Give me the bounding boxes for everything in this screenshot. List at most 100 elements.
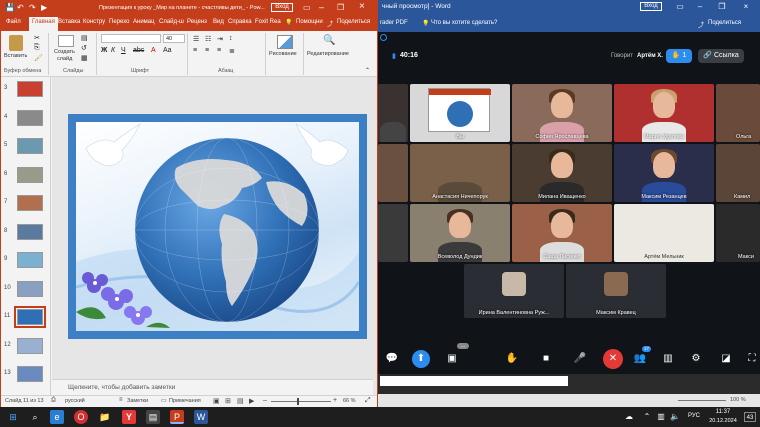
font-name-select[interactable]	[101, 34, 161, 43]
tab-view[interactable]: Вид	[213, 19, 224, 25]
zoom-slider-thumb[interactable]	[297, 398, 299, 405]
participant-tile[interactable]: Саша Лисенко	[512, 204, 612, 262]
editing-button[interactable]: Редактирование	[307, 51, 349, 57]
minimize-icon[interactable]: –	[694, 2, 706, 12]
clear-format-icon[interactable]: Aa	[163, 47, 172, 54]
slide-thumbnail[interactable]	[17, 109, 43, 126]
comments-toggle[interactable]: Примечания	[169, 398, 201, 404]
ppt-signin-button[interactable]: Вход	[271, 3, 293, 12]
align-center-icon[interactable]: ≡	[205, 47, 209, 54]
participant-tile[interactable]: Ольга	[716, 84, 760, 142]
slide-thumbnail[interactable]	[17, 223, 43, 240]
sorter-view-icon[interactable]: ⊞	[225, 397, 231, 405]
zoom-out-icon[interactable]: –	[263, 397, 267, 404]
align-left-icon[interactable]: ≡	[193, 47, 197, 54]
restore-icon[interactable]: ❐	[716, 2, 728, 12]
slide-thumbnail[interactable]	[17, 366, 43, 382]
ribbon-display-icon[interactable]: ▭	[674, 2, 686, 12]
tab-review[interactable]: Реценз	[187, 19, 207, 25]
participant-tile[interactable]: Артём Мельник	[614, 204, 714, 262]
tab-foxit[interactable]: Foxit Rea	[255, 19, 281, 25]
italic-icon[interactable]: К	[111, 47, 115, 54]
powerpoint-taskbar-icon[interactable]: P	[170, 410, 184, 424]
layout-icon[interactable]: ▤	[81, 34, 88, 42]
slide-thumbnail[interactable]	[17, 138, 43, 154]
format-painter-icon[interactable]: 🖌	[34, 54, 43, 62]
word-zoom-slider[interactable]	[678, 400, 726, 401]
slide-thumbnail[interactable]	[14, 306, 46, 328]
slide-thumbnail[interactable]	[17, 195, 43, 211]
slideshow-view-icon[interactable]: ▶	[249, 397, 254, 405]
bold-icon[interactable]: Ж	[101, 47, 107, 54]
ppt-restore-icon[interactable]: ❐	[337, 3, 344, 12]
participant-tile[interactable]: Камил	[716, 144, 760, 202]
slide-thumbnail[interactable]	[17, 81, 43, 97]
copy-link-button[interactable]: 🔗 Ссылка	[698, 49, 744, 63]
paste-button[interactable]: Вставить	[4, 53, 27, 59]
participant-tile[interactable]: Макси	[716, 204, 760, 262]
word-share-button[interactable]: Поделиться	[708, 20, 741, 26]
end-call-button[interactable]: ✕	[603, 349, 623, 369]
ppt-close-icon[interactable]: ×	[359, 1, 365, 12]
windows-start-icon[interactable]: ⊞	[6, 410, 20, 424]
tab-transitions[interactable]: Перехо	[109, 19, 129, 25]
cut-icon[interactable]: ✂	[34, 34, 40, 42]
tab-home[interactable]: Главная	[29, 17, 58, 31]
slide-thumbnails-pane[interactable]: 3 4 5 6 7 8 9 10 11 12 13	[1, 77, 51, 395]
slide-thumbnail[interactable]	[17, 337, 43, 354]
keyboard-language[interactable]: РУС	[688, 413, 700, 419]
reset-icon[interactable]: ↺	[81, 44, 87, 52]
participant-tile[interactable]: Анастасия Ничепорук	[410, 144, 510, 202]
participant-tile[interactable]	[378, 144, 408, 202]
save-icon[interactable]: 💾	[5, 3, 15, 12]
ppt-minimize-icon[interactable]: –	[319, 2, 324, 12]
screen-share-button[interactable]: ⬆	[412, 350, 430, 368]
zoom-in-icon[interactable]: +	[333, 397, 337, 404]
onedrive-icon[interactable]: ☁	[622, 410, 636, 424]
word-taskbar-icon[interactable]: W	[194, 410, 208, 424]
undo-icon[interactable]: ↶	[17, 3, 24, 12]
participant-tile[interactable]: Максим Кравец	[566, 264, 666, 318]
participant-tile-self[interactable]: Вы	[410, 84, 510, 142]
app-icon[interactable]: ▤	[146, 410, 160, 424]
drawing-button[interactable]: Рисование	[269, 51, 297, 57]
settings-icon[interactable]: ⚙	[688, 352, 704, 366]
network-icon[interactable]: ▥	[654, 410, 668, 424]
zoom-level[interactable]: 66 %	[343, 398, 356, 404]
slide-thumbnail[interactable]	[17, 280, 43, 297]
file-explorer-icon[interactable]: 📁	[98, 410, 112, 424]
minimize-window-icon[interactable]: ◪	[718, 352, 734, 366]
reading-view-icon[interactable]: ▤	[237, 397, 244, 405]
edge-icon[interactable]: e	[50, 410, 64, 424]
notes-pane[interactable]: Щелкните, чтобы добавить заметки	[52, 379, 373, 395]
system-tray-chevron-icon[interactable]: ⌃	[640, 410, 654, 424]
layout-icon[interactable]: ▥	[660, 352, 676, 366]
clock-time[interactable]: 11:37	[711, 409, 735, 415]
underline-icon[interactable]: Ч	[121, 47, 126, 54]
slide-thumbnail[interactable]	[17, 252, 43, 268]
participant-tile[interactable]	[378, 84, 408, 142]
tab-slideshow[interactable]: Слайд-ш	[159, 19, 184, 25]
participant-tile[interactable]: Мария Удалова	[614, 84, 714, 142]
redo-icon[interactable]: ↷	[29, 3, 36, 12]
numbering-icon[interactable]: ☷	[205, 35, 211, 43]
microphone-icon[interactable]: 🎤	[572, 352, 588, 366]
word-tell-me[interactable]: Что вы хотите сделать?	[431, 20, 497, 26]
copy-icon[interactable]: ⎘	[34, 44, 40, 52]
fullscreen-icon[interactable]: ⛶	[744, 352, 760, 366]
tab-help[interactable]: Справка	[228, 19, 252, 25]
tab-animations[interactable]: Анимац	[133, 19, 155, 25]
font-color-icon[interactable]: A	[151, 47, 156, 54]
participant-tile[interactable]: Милана Иващенко	[512, 144, 612, 202]
tab-insert[interactable]: Вставка	[58, 19, 80, 25]
notes-toggle[interactable]: Заметки	[127, 398, 148, 404]
clock-date[interactable]: 20.12.2024	[704, 418, 742, 424]
fit-slide-icon[interactable]: ⤢	[365, 397, 371, 405]
new-slide-button-line2[interactable]: слайд	[57, 56, 72, 62]
ppt-share-button[interactable]: Поделиться	[337, 19, 370, 25]
volume-icon[interactable]: 🔈	[668, 410, 682, 424]
slide-canvas[interactable]	[68, 114, 367, 339]
align-right-icon[interactable]: ≡	[217, 47, 221, 54]
participant-tile[interactable]: София Ярославцева	[512, 84, 612, 142]
chat-icon[interactable]: 💬	[384, 352, 400, 366]
